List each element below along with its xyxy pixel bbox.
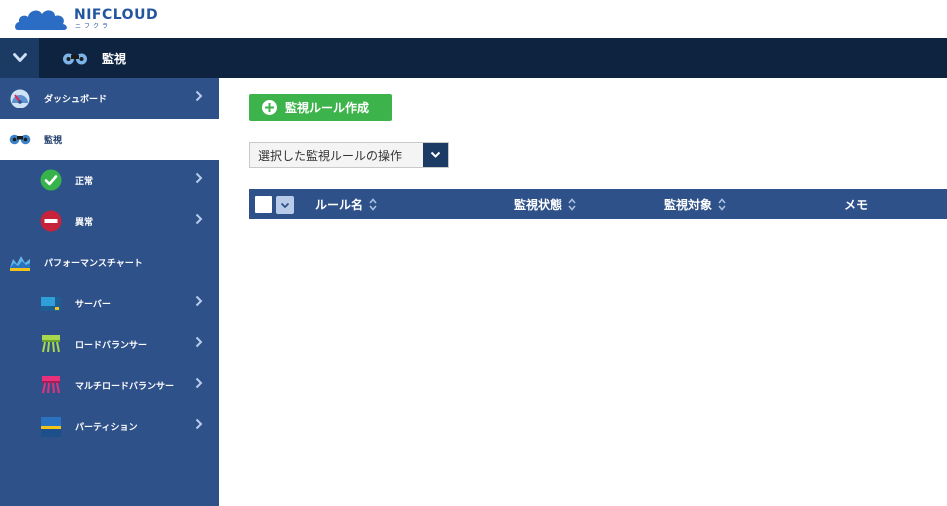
section-title: 監視 <box>102 51 127 66</box>
sidebar-item-label: サーバー <box>75 300 111 310</box>
main-content: 監視ルール作成 選択した監視ルールの操作 ルール名 監視状態 監視対象 メモ <box>219 78 947 506</box>
sidebar-item-partition[interactable]: パーティション <box>0 406 219 447</box>
select-menu-button[interactable] <box>276 196 294 214</box>
column-header-memo: メモ <box>844 189 868 219</box>
logo-text: NIFCLOUD ニフクラ <box>74 8 158 31</box>
cloud-logo-icon <box>15 10 67 30</box>
chevron-down-icon <box>280 202 290 208</box>
partition-icon <box>40 416 62 438</box>
sidebar-item-label: パーティション <box>75 423 138 433</box>
chevron-right-icon <box>195 172 203 184</box>
dropdown-button[interactable] <box>423 143 448 167</box>
multi-load-balancer-icon <box>40 375 62 395</box>
menu-toggle-button[interactable] <box>0 38 39 78</box>
column-header-monitoring-status[interactable]: 監視状態 <box>514 189 576 219</box>
performance-chart-icon <box>9 253 31 273</box>
sidebar-item-multi-load-balancer[interactable]: マルチロードバランサー <box>0 365 219 406</box>
sidebar-item-label: マルチロードバランサー <box>75 382 175 392</box>
load-balancer-icon <box>40 334 62 354</box>
sidebar-item-label: 正常 <box>75 177 94 187</box>
sidebar-item-performance-chart[interactable]: パフォーマンスチャート <box>0 242 219 283</box>
nifcloud-logo[interactable] <box>14 4 70 32</box>
sort-icon <box>568 197 576 211</box>
no-entry-icon <box>40 210 62 232</box>
operation-select-label: 選択した監視ルールの操作 <box>258 148 403 163</box>
sidebar-item-dashboard[interactable]: ダッシュボード <box>0 78 219 119</box>
binoculars-icon <box>9 133 31 145</box>
create-button-label: 監視ルール作成 <box>285 101 370 115</box>
chevron-right-icon <box>195 377 203 389</box>
dashboard-gauge-icon <box>9 88 31 108</box>
sort-icon <box>369 197 377 211</box>
column-label: 監視対象 <box>664 197 713 212</box>
plus-circle-icon <box>262 100 277 115</box>
rules-table-header: ルール名 監視状態 監視対象 メモ <box>249 189 947 219</box>
sidebar-item-server[interactable]: サーバー <box>0 283 219 324</box>
current-section: 監視 <box>62 38 126 78</box>
column-label: メモ <box>844 197 869 212</box>
top-navigation: 監視 <box>0 38 947 78</box>
logo-title: NIFCLOUD <box>74 7 159 23</box>
server-icon <box>40 294 62 312</box>
chevron-right-icon <box>195 418 203 430</box>
sidebar-item-abnormal[interactable]: 異常 <box>0 201 219 242</box>
check-circle-icon <box>40 169 62 191</box>
chevron-right-icon <box>195 336 203 348</box>
chevron-down-icon <box>12 53 27 62</box>
column-label: 監視状態 <box>514 197 563 212</box>
create-monitoring-rule-button[interactable]: 監視ルール作成 <box>249 94 392 121</box>
sidebar-item-load-balancer[interactable]: ロードバランサー <box>0 324 219 365</box>
sidebar-item-normal[interactable]: 正常 <box>0 160 219 201</box>
sidebar-item-label: ロードバランサー <box>75 341 148 351</box>
chevron-right-icon <box>195 90 203 102</box>
sidebar: ダッシュボード 監視 正常 異常 パフォーマンスチャート サーバー ロードバラン… <box>0 78 219 506</box>
sidebar-item-label: ダッシュボード <box>44 95 108 105</box>
select-all-checkbox[interactable] <box>255 196 272 213</box>
logo-subtitle: ニフクラ <box>75 23 112 30</box>
chevron-right-icon <box>195 213 203 225</box>
chevron-down-icon <box>430 151 441 158</box>
sidebar-item-label: 監視 <box>44 136 63 146</box>
logo-bar: NIFCLOUD ニフクラ <box>0 0 947 38</box>
column-header-monitoring-target[interactable]: 監視対象 <box>664 189 726 219</box>
sort-icon <box>718 197 726 211</box>
chevron-right-icon <box>195 295 203 307</box>
rule-operation-select[interactable]: 選択した監視ルールの操作 <box>249 142 449 168</box>
sidebar-item-label: パフォーマンスチャート <box>44 259 143 269</box>
binoculars-icon <box>63 53 87 65</box>
column-label: ルール名 <box>315 197 364 212</box>
sidebar-item-monitoring[interactable]: 監視 <box>0 119 219 160</box>
sidebar-item-label: 異常 <box>75 218 94 228</box>
column-header-rule-name[interactable]: ルール名 <box>315 189 377 219</box>
